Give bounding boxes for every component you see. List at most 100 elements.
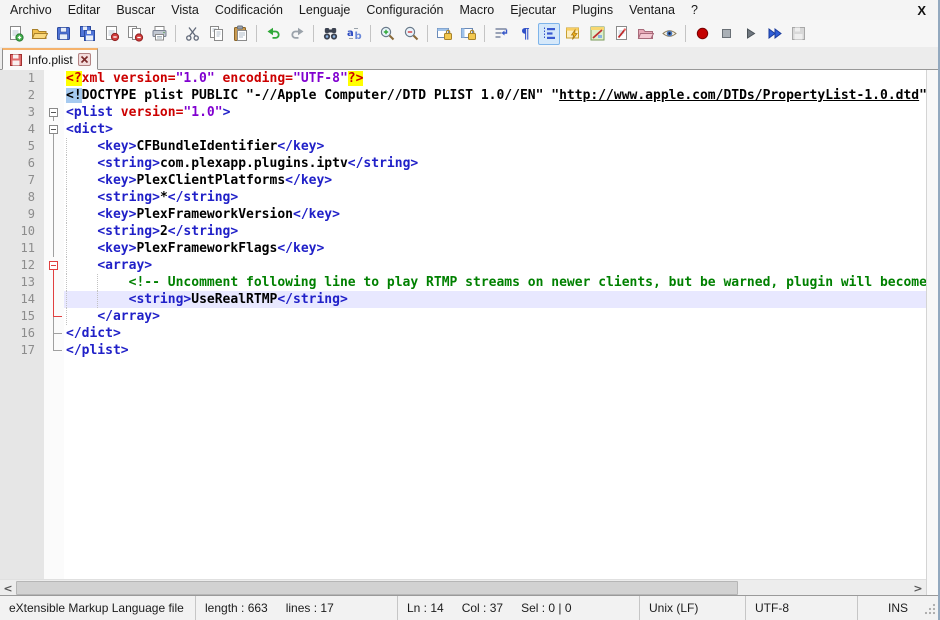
menu-vista[interactable]: Vista <box>163 1 207 19</box>
resize-grip[interactable] <box>923 602 936 618</box>
status-caret-position: Ln : 14 Col : 37 Sel : 0 | 0 <box>398 596 640 620</box>
line-number: 10 <box>0 223 44 240</box>
monitoring-button[interactable] <box>658 23 680 45</box>
toolbar-separator <box>685 25 686 42</box>
code-text[interactable]: <string>com.plexapp.plugins.iptv</string… <box>64 155 926 172</box>
fold-margin <box>44 155 64 172</box>
monitoring-icon <box>661 25 678 42</box>
menu-ejecutar[interactable]: Ejecutar <box>502 1 564 19</box>
save-macro-button[interactable] <box>787 23 809 45</box>
print-button[interactable] <box>148 23 170 45</box>
paste-button[interactable] <box>229 23 251 45</box>
menu-bar: ArchivoEditarBuscarVistaCodificaciónLeng… <box>0 0 938 20</box>
menu-plugins[interactable]: Plugins <box>564 1 621 19</box>
indent-guide-button[interactable] <box>538 23 560 45</box>
sync-horizontal-scrolling-button[interactable] <box>457 23 479 45</box>
play-macro-button[interactable] <box>739 23 761 45</box>
code-text[interactable]: <plist version="1.0"> <box>64 104 926 121</box>
document-map-button[interactable] <box>586 23 608 45</box>
status-insert-mode[interactable]: INS <box>858 596 938 620</box>
fold-collapse-icon[interactable] <box>49 261 58 270</box>
fold-collapse-icon[interactable] <box>49 125 58 134</box>
cut-button[interactable] <box>181 23 203 45</box>
close-all-button[interactable] <box>124 23 146 45</box>
find-button[interactable] <box>319 23 341 45</box>
toolbar-separator <box>427 25 428 42</box>
code-text[interactable]: <!DOCTYPE plist PUBLIC "-//Apple Compute… <box>64 87 926 104</box>
indent-guide-line <box>97 274 98 291</box>
menu-buscar[interactable]: Buscar <box>108 1 163 19</box>
close-all-icon <box>127 25 144 42</box>
zoom-out-button[interactable] <box>400 23 422 45</box>
word-wrap-button[interactable] <box>490 23 512 45</box>
code-text[interactable]: <array> <box>64 257 926 274</box>
fold-margin <box>44 189 64 206</box>
code-text[interactable]: <?xml version="1.0" encoding="UTF-8"?> <box>64 70 926 87</box>
replace-button[interactable]: ab <box>343 23 365 45</box>
menu-codificacion[interactable]: Codificación <box>207 1 291 19</box>
folder-workspace-icon <box>637 25 654 42</box>
run-macro-multiple-button[interactable] <box>763 23 785 45</box>
zoom-in-icon <box>379 25 396 42</box>
code-text[interactable] <box>64 359 926 579</box>
scroll-left-arrow-icon[interactable]: < <box>0 580 16 596</box>
fold-margin <box>44 70 64 87</box>
code-text[interactable]: </plist> <box>64 342 926 359</box>
menu-configuracion[interactable]: Configuración <box>358 1 451 19</box>
horizontal-scroll-thumb[interactable] <box>16 581 738 595</box>
tab-close-icon[interactable] <box>78 53 91 66</box>
zoom-in-button[interactable] <box>376 23 398 45</box>
menu-lenguaje[interactable]: Lenguaje <box>291 1 358 19</box>
horizontal-scrollbar[interactable]: < > <box>0 579 926 595</box>
menu-macro[interactable]: Macro <box>452 1 503 19</box>
code-text[interactable]: <!-- Uncomment following line to play RT… <box>64 274 926 291</box>
code-line: 10 <string>2</string> <box>0 223 926 240</box>
stop-macro-button[interactable] <box>715 23 737 45</box>
code-text[interactable]: <key>PlexFrameworkFlags</key> <box>64 240 926 257</box>
open-folder-button[interactable] <box>28 23 50 45</box>
menu-archivo[interactable]: Archivo <box>2 1 60 19</box>
close-doc-button[interactable] <box>100 23 122 45</box>
copy-button[interactable] <box>205 23 227 45</box>
toolbar-separator <box>256 25 257 42</box>
define-language-button[interactable] <box>562 23 584 45</box>
code-text[interactable]: </array> <box>64 308 926 325</box>
folder-workspace-button[interactable] <box>634 23 656 45</box>
record-macro-button[interactable] <box>691 23 713 45</box>
new-file-button[interactable] <box>4 23 26 45</box>
tab-info-plist[interactable]: Info.plist <box>2 48 98 70</box>
menu-editar[interactable]: Editar <box>60 1 109 19</box>
vertical-scrollbar[interactable] <box>926 70 938 595</box>
code-text[interactable]: <string>2</string> <box>64 223 926 240</box>
editor-empty-area[interactable] <box>0 359 926 579</box>
code-text-current-line[interactable]: <string>UseRealRTMP</string> <box>64 291 926 308</box>
show-all-chars-button[interactable]: ¶ <box>514 23 536 45</box>
code-text[interactable]: </dict> <box>64 325 926 342</box>
save-button[interactable] <box>52 23 74 45</box>
close-window-button[interactable]: X <box>911 3 938 18</box>
sync-vertical-scrolling-button[interactable] <box>433 23 455 45</box>
status-bar: eXtensible Markup Language file length :… <box>0 596 938 620</box>
fold-margin <box>44 223 64 240</box>
code-text[interactable]: <string>*</string> <box>64 189 926 206</box>
menu-ventana[interactable]: Ventana <box>621 1 683 19</box>
redo-button[interactable] <box>286 23 308 45</box>
save-all-button[interactable] <box>76 23 98 45</box>
menu-help[interactable]: ? <box>683 1 706 19</box>
code-editor[interactable]: 1<?xml version="1.0" encoding="UTF-8"?>2… <box>0 70 926 579</box>
code-text[interactable]: <key>CFBundleIdentifier</key> <box>64 138 926 155</box>
code-text[interactable]: <key>PlexFrameworkVersion</key> <box>64 206 926 223</box>
record-macro-icon <box>694 25 711 42</box>
line-number: 4 <box>0 121 44 138</box>
status-lines: lines : 17 <box>286 601 334 615</box>
code-text[interactable]: <dict> <box>64 121 926 138</box>
undo-button[interactable] <box>262 23 284 45</box>
code-text[interactable]: <key>PlexClientPlatforms</key> <box>64 172 926 189</box>
function-list-button[interactable] <box>610 23 632 45</box>
paste-icon <box>232 25 249 42</box>
fold-collapse-icon[interactable] <box>49 108 58 117</box>
scroll-right-arrow-icon[interactable]: > <box>910 580 926 596</box>
fold-margin <box>44 274 64 291</box>
fold-margin <box>44 308 64 325</box>
code-line: 4 <dict> <box>0 121 926 138</box>
